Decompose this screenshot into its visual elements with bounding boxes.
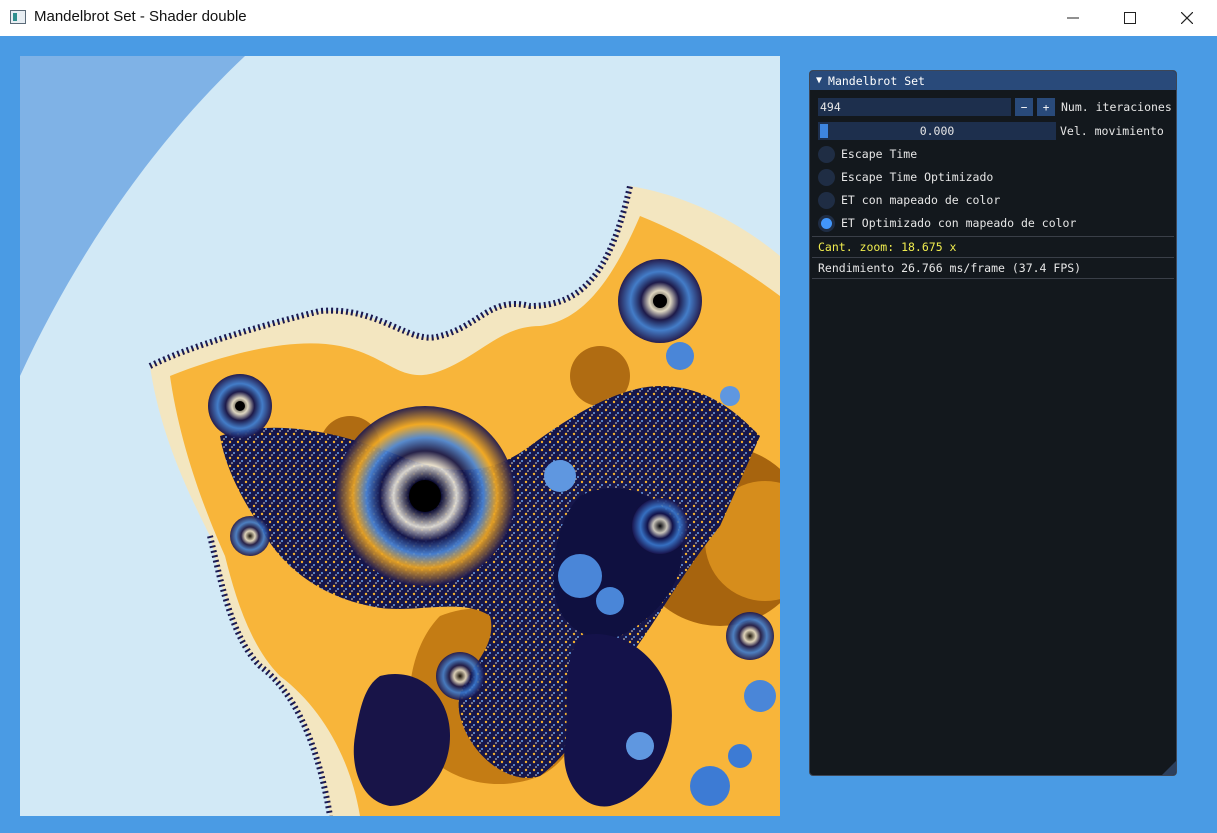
resize-grip-icon[interactable] xyxy=(1162,761,1176,775)
minimize-icon xyxy=(1066,17,1079,19)
slider-grab[interactable] xyxy=(820,124,828,138)
mode-option-label: ET Optimizado con mapeado de color xyxy=(841,216,1077,230)
separator xyxy=(812,236,1174,237)
speed-slider[interactable]: 0.000 xyxy=(818,122,1056,140)
radio-button[interactable] xyxy=(818,145,835,163)
separator xyxy=(812,257,1174,258)
iterations-input[interactable]: 494 xyxy=(818,98,1011,116)
app-icon xyxy=(10,10,26,24)
mode-option-label: Escape Time Optimizado xyxy=(841,170,994,184)
panel-header[interactable]: ▼ Mandelbrot Set xyxy=(810,71,1176,90)
iterations-increment-button[interactable]: + xyxy=(1037,98,1055,116)
radio-button[interactable] xyxy=(818,191,835,209)
close-button[interactable] xyxy=(1158,0,1215,36)
iterations-decrement-button[interactable]: − xyxy=(1015,98,1033,116)
iterations-row: 494 − + Num. iteraciones xyxy=(818,98,1172,116)
title-bar[interactable]: Mandelbrot Set - Shader double xyxy=(0,0,1217,36)
radio-button-selected[interactable] xyxy=(818,214,835,232)
speed-row: 0.000 Vel. movimiento xyxy=(818,122,1164,140)
speed-label: Vel. movimiento xyxy=(1060,124,1164,138)
radio-button[interactable] xyxy=(818,168,835,186)
mode-option[interactable]: Escape Time Optimizado xyxy=(818,167,993,187)
mandelbrot-render xyxy=(20,56,780,816)
fractal-viewport[interactable] xyxy=(20,56,780,816)
panel-title: Mandelbrot Set xyxy=(828,73,925,88)
mode-option-label: Escape Time xyxy=(841,147,918,161)
minimize-button[interactable] xyxy=(1044,0,1101,36)
mode-option[interactable]: ET con mapeado de color xyxy=(818,190,1000,210)
collapse-triangle-icon[interactable]: ▼ xyxy=(816,75,822,86)
performance-readout: Rendimiento 26.766 ms/frame (37.4 FPS) xyxy=(818,261,1082,275)
maximize-icon xyxy=(1123,12,1136,24)
zoom-readout: Cant. zoom: 18.675 x xyxy=(818,240,957,254)
mode-option[interactable]: ET Optimizado con mapeado de color xyxy=(818,213,1076,233)
client-area: ▼ Mandelbrot Set 494 − + Num. iteracione… xyxy=(0,36,1217,833)
iterations-label: Num. iteraciones xyxy=(1061,100,1172,114)
close-icon xyxy=(1180,12,1193,24)
separator xyxy=(812,278,1174,279)
control-panel: ▼ Mandelbrot Set 494 − + Num. iteracione… xyxy=(809,70,1177,776)
window-title: Mandelbrot Set - Shader double xyxy=(34,8,247,25)
mode-option-label: ET con mapeado de color xyxy=(841,193,1001,207)
mode-option[interactable]: Escape Time xyxy=(818,144,917,164)
maximize-button[interactable] xyxy=(1101,0,1158,36)
speed-value: 0.000 xyxy=(919,124,955,138)
